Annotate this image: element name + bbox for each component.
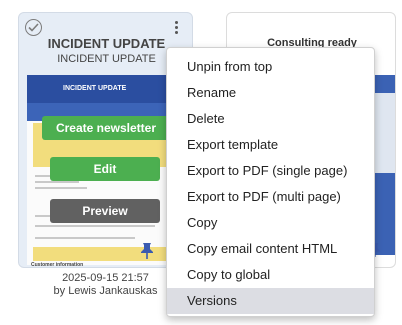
thumbnail-text-line bbox=[35, 187, 87, 189]
thumbnail-highlight-row bbox=[33, 247, 179, 261]
thumbnail-header-text: INCIDENT UPDATE bbox=[63, 85, 127, 92]
menu-item-export-pdf-single[interactable]: Export to PDF (single page) bbox=[167, 158, 374, 184]
preview-button[interactable]: Preview bbox=[50, 199, 160, 223]
thumbnail-body bbox=[375, 93, 395, 173]
edit-button[interactable]: Edit bbox=[50, 157, 160, 181]
create-newsletter-button[interactable]: Create newsletter bbox=[42, 116, 170, 140]
thumbnail-text-line bbox=[35, 237, 135, 239]
pin-icon[interactable] bbox=[140, 242, 154, 260]
check-circle-icon[interactable] bbox=[25, 19, 42, 36]
thumbnail-text-line bbox=[35, 181, 79, 183]
menu-item-copy-email-html[interactable]: Copy email content HTML bbox=[167, 236, 374, 262]
menu-item-copy[interactable]: Copy bbox=[167, 210, 374, 236]
context-menu: Unpin from top Rename Delete Export temp… bbox=[166, 47, 375, 317]
menu-item-delete[interactable]: Delete bbox=[167, 106, 374, 132]
menu-item-unpin-from-top[interactable]: Unpin from top bbox=[167, 54, 374, 80]
menu-item-export-pdf-multi[interactable]: Export to PDF (multi page) bbox=[167, 184, 374, 210]
menu-item-copy-to-global[interactable]: Copy to global bbox=[167, 262, 374, 288]
thumbnail-header: INCIDENT UPDATE bbox=[27, 75, 185, 121]
thumbnail-footer-text: Customer information bbox=[31, 262, 84, 268]
menu-item-rename[interactable]: Rename bbox=[167, 80, 374, 106]
menu-item-versions[interactable]: Versions bbox=[167, 288, 374, 314]
menu-item-export-template[interactable]: Export template bbox=[167, 132, 374, 158]
thumbnail-text-line bbox=[35, 225, 155, 227]
kebab-menu-icon[interactable] bbox=[169, 19, 183, 37]
